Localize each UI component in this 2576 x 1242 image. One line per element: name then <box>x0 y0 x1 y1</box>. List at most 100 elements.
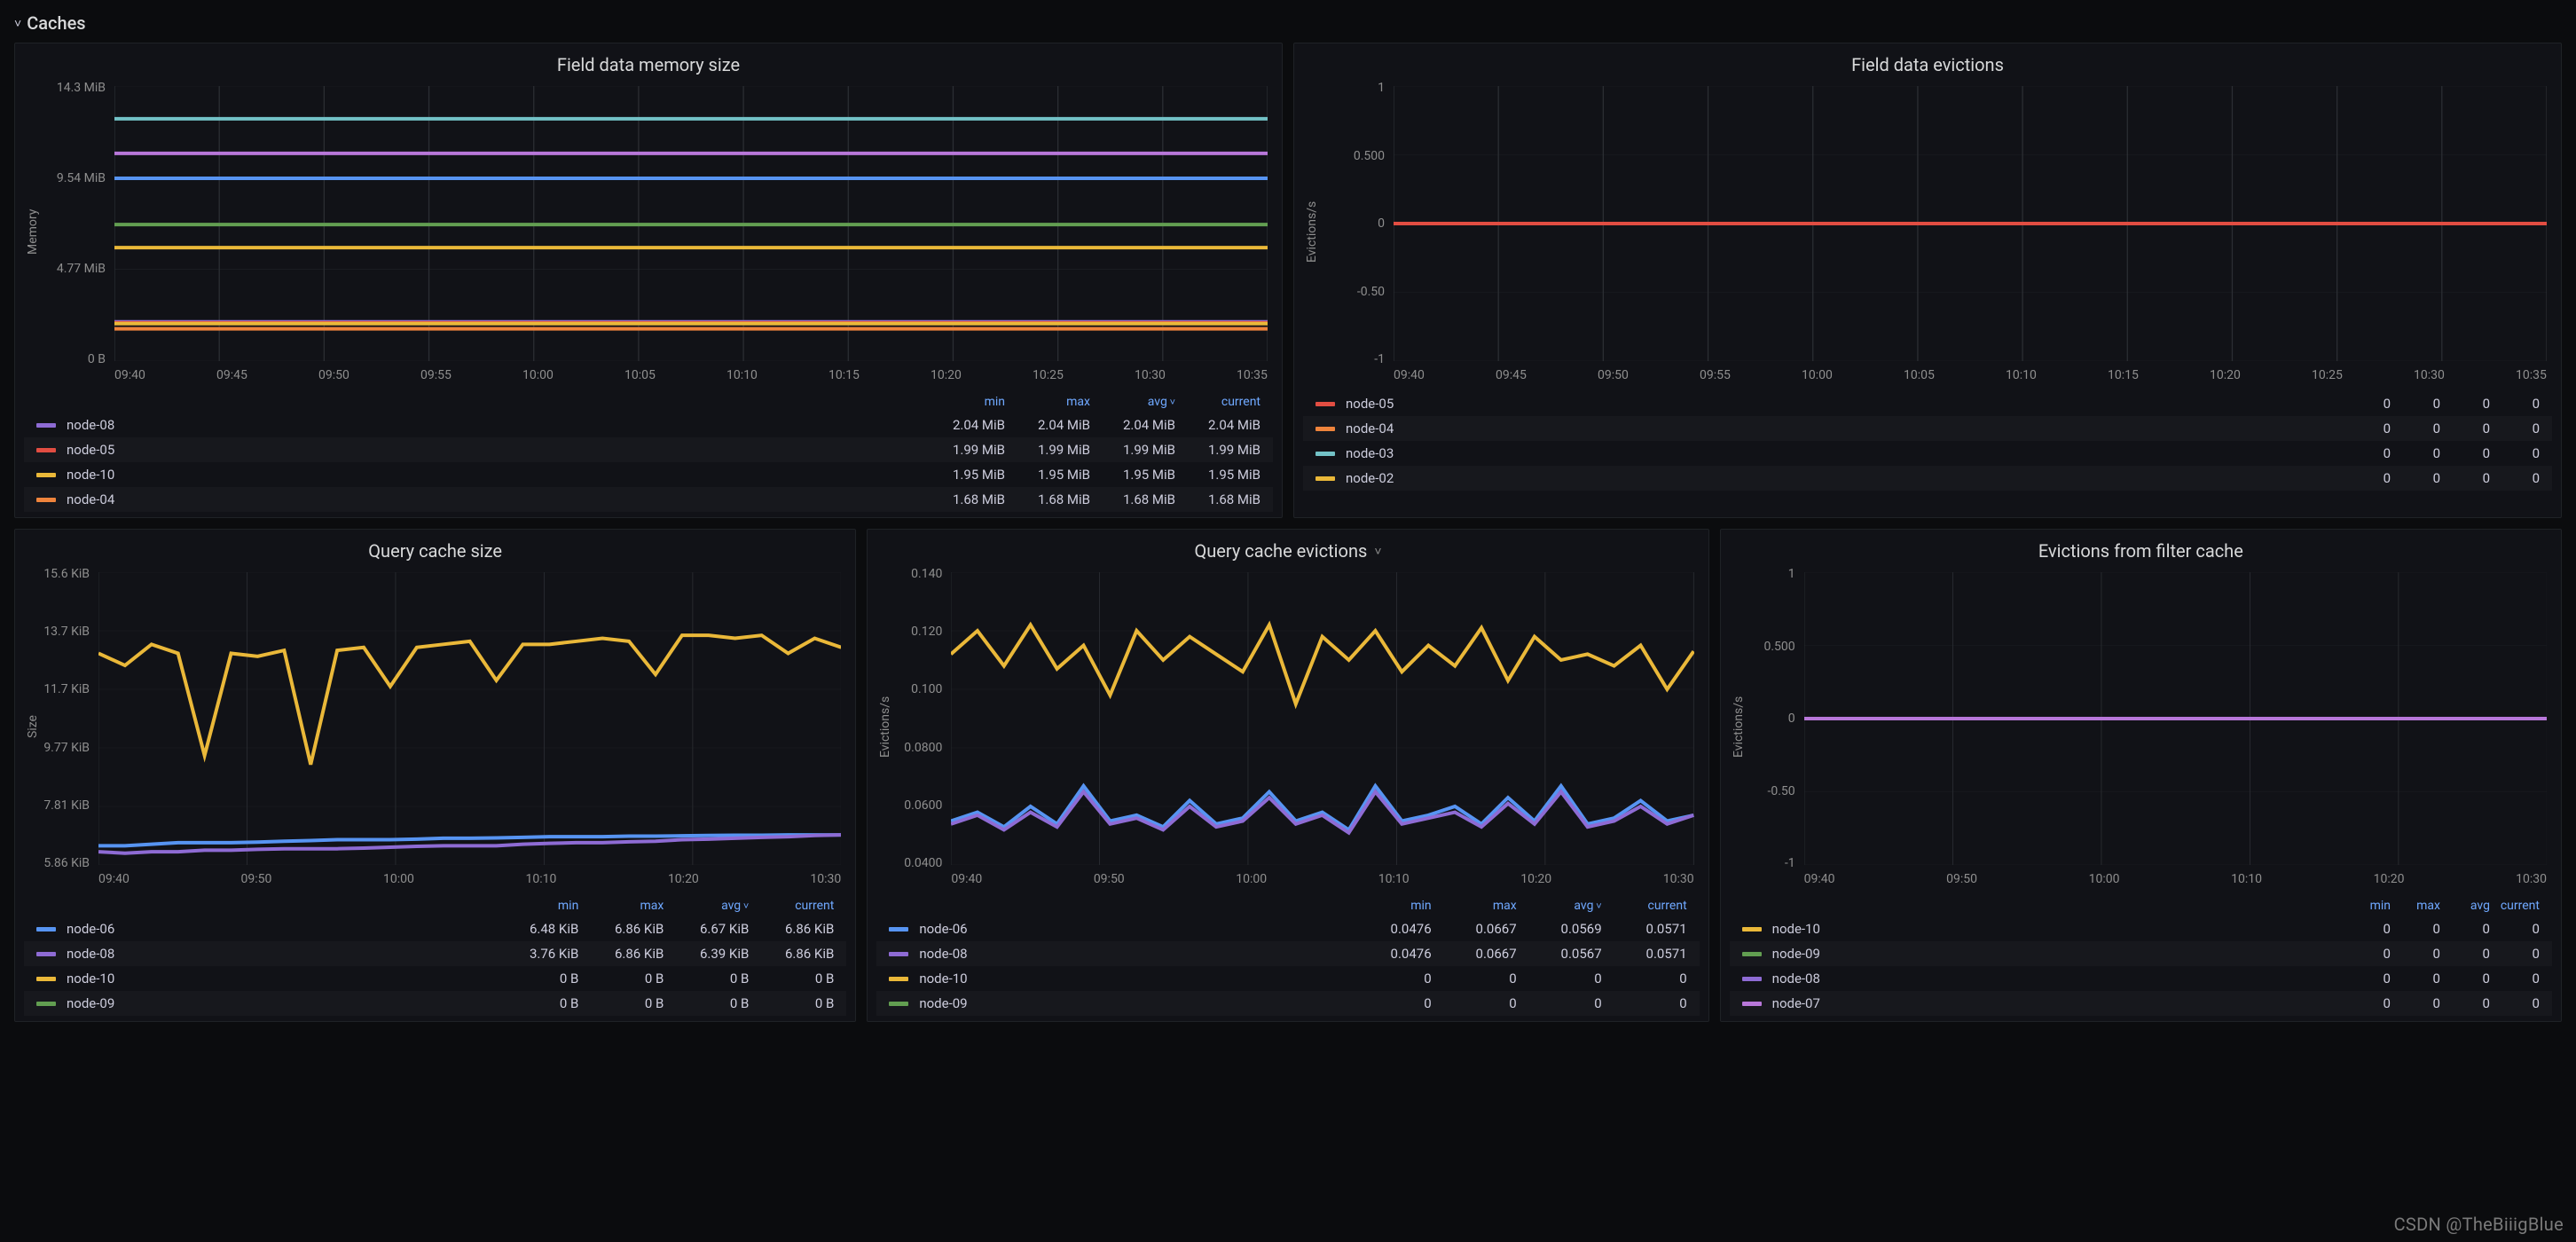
legend-row[interactable]: node-050000 <box>1303 391 2552 416</box>
legend-val-avg: 1.99 MiB <box>1090 442 1175 458</box>
panel-title: Field data memory size <box>557 54 740 75</box>
x-tick: 10:30 <box>2414 368 2445 382</box>
legend-col-current[interactable]: current <box>1602 899 1687 913</box>
x-tick: 10:20 <box>931 368 962 382</box>
legend-row[interactable]: node-051.99 MiB1.99 MiB1.99 MiB1.99 MiB <box>24 437 1273 462</box>
legend-val-max: 0 <box>2391 946 2440 962</box>
legend-col-avg[interactable]: avg <box>2440 899 2490 913</box>
legend-row[interactable]: node-040000 <box>1303 416 2552 441</box>
legend-val-max: 0 <box>1432 995 1517 1011</box>
legend-col-current[interactable]: current <box>2490 899 2540 913</box>
y-axis-label: Size <box>24 567 42 886</box>
legend-name: node-06 <box>67 921 493 937</box>
legend-val-current: 0.0571 <box>1602 921 1687 937</box>
legend-swatch <box>889 952 908 956</box>
legend-val-max: 0 <box>2391 396 2440 412</box>
y-tick: 0.0400 <box>904 856 942 870</box>
legend-col-min[interactable]: min <box>493 899 578 913</box>
x-tick: 09:40 <box>1804 872 1835 886</box>
legend-val-current: 0.0571 <box>1602 946 1687 962</box>
legend-val-current: 6.86 KiB <box>749 921 834 937</box>
legend-name: node-10 <box>1772 921 2341 937</box>
legend-col-current[interactable]: current <box>749 899 834 913</box>
legend-swatch <box>1742 952 1762 956</box>
legend-col-current[interactable]: current <box>1175 395 1261 409</box>
legend-row[interactable]: node-090 B0 B0 B0 B <box>24 991 846 1016</box>
legend-val-current: 0 B <box>749 995 834 1011</box>
legend-val-min: 6.48 KiB <box>493 921 578 937</box>
legend-name: node-09 <box>919 995 1346 1011</box>
legend-row[interactable]: node-101.95 MiB1.95 MiB1.95 MiB1.95 MiB <box>24 462 1273 487</box>
legend-col-max[interactable]: max <box>578 899 664 913</box>
legend-col-avg[interactable]: avg <box>1090 395 1175 409</box>
row-header[interactable]: ˅ Caches <box>14 7 2562 43</box>
legend-swatch <box>36 473 56 477</box>
legend-val-avg: 0 B <box>664 995 749 1011</box>
legend-name: node-09 <box>67 995 493 1011</box>
legend-val-current: 0 <box>2490 445 2540 461</box>
x-tick: 10:10 <box>726 368 758 382</box>
legend-swatch <box>1742 977 1762 981</box>
x-tick: 10:20 <box>2374 872 2405 886</box>
y-axis-label: Memory <box>24 81 42 382</box>
legend-row[interactable]: node-082.04 MiB2.04 MiB2.04 MiB2.04 MiB <box>24 413 1273 437</box>
x-tick: 10:15 <box>2108 368 2139 382</box>
x-tick: 09:40 <box>114 368 145 382</box>
x-tick: 10:00 <box>383 872 414 886</box>
legend-swatch <box>36 498 56 502</box>
x-tick: 10:25 <box>1033 368 1064 382</box>
legend-row[interactable]: node-041.68 MiB1.68 MiB1.68 MiB1.68 MiB <box>24 487 1273 512</box>
legend-name: node-09 <box>1772 946 2341 962</box>
legend-row[interactable]: node-020000 <box>1303 466 2552 491</box>
y-tick: 14.3 MiB <box>57 81 106 95</box>
panel-filter-cache-evictions: Evictions from filter cacheEvictions/s10… <box>1720 529 2562 1022</box>
legend-col-max[interactable]: max <box>1432 899 1517 913</box>
legend-val-max: 0 <box>2391 971 2440 987</box>
legend-row[interactable]: node-066.48 KiB6.86 KiB6.67 KiB6.86 KiB <box>24 916 846 941</box>
x-tick: 10:00 <box>1236 872 1267 886</box>
legend-val-current: 0 <box>2490 946 2540 962</box>
y-tick: 0.0800 <box>904 741 942 755</box>
legend-row[interactable]: node-070000 <box>1730 991 2552 1016</box>
legend-row[interactable]: node-100000 <box>1730 916 2552 941</box>
legend-col-avg[interactable]: avg <box>664 899 749 913</box>
legend-col-max[interactable]: max <box>2391 899 2440 913</box>
legend-val-max: 0.0667 <box>1432 921 1517 937</box>
legend-val-min: 0 <box>2341 396 2391 412</box>
legend-name: node-10 <box>919 971 1346 987</box>
x-tick: 09:45 <box>1496 368 1527 382</box>
legend-row[interactable]: node-060.04760.06670.05690.0571 <box>876 916 1699 941</box>
legend-val-max: 1.95 MiB <box>1005 467 1090 483</box>
legend-row[interactable]: node-083.76 KiB6.86 KiB6.39 KiB6.86 KiB <box>24 941 846 966</box>
legend-row[interactable]: node-030000 <box>1303 441 2552 466</box>
panel-query-cache-size: Query cache sizeSize15.6 KiB13.7 KiB11.7… <box>14 529 856 1022</box>
legend-val-avg: 0 B <box>664 971 749 987</box>
legend-name: node-10 <box>67 467 920 483</box>
legend-col-max[interactable]: max <box>1005 395 1090 409</box>
y-tick: 0.140 <box>911 567 942 581</box>
legend-name: node-05 <box>67 442 920 458</box>
y-tick: 0 B <box>88 352 106 366</box>
panel-field-data-evictions: Field data evictionsEvictions/s10.5000-0… <box>1293 43 2562 518</box>
legend-row[interactable]: node-100 B0 B0 B0 B <box>24 966 846 991</box>
y-tick: 0.120 <box>911 625 942 639</box>
legend-val-min: 0 <box>2341 995 2391 1011</box>
legend-col-min[interactable]: min <box>1347 899 1432 913</box>
legend-row[interactable]: node-080000 <box>1730 966 2552 991</box>
chevron-down-icon: ˅ <box>14 16 21 31</box>
legend-name: node-08 <box>1772 971 2341 987</box>
y-tick: 13.7 KiB <box>43 625 90 639</box>
legend-val-min: 1.68 MiB <box>920 491 1005 507</box>
legend-val-avg: 1.68 MiB <box>1090 491 1175 507</box>
panel-menu-icon[interactable]: ˅ <box>1374 544 1381 559</box>
y-tick: 9.77 KiB <box>43 741 90 755</box>
legend-col-min[interactable]: min <box>920 395 1005 409</box>
legend-row[interactable]: node-090000 <box>876 991 1699 1016</box>
legend-row[interactable]: node-100000 <box>876 966 1699 991</box>
legend-col-min[interactable]: min <box>2341 899 2391 913</box>
legend-row[interactable]: node-090000 <box>1730 941 2552 966</box>
legend-col-avg[interactable]: avg <box>1517 899 1602 913</box>
legend-swatch <box>1315 452 1335 456</box>
y-tick: 9.54 MiB <box>57 171 106 185</box>
legend-row[interactable]: node-080.04760.06670.05670.0571 <box>876 941 1699 966</box>
